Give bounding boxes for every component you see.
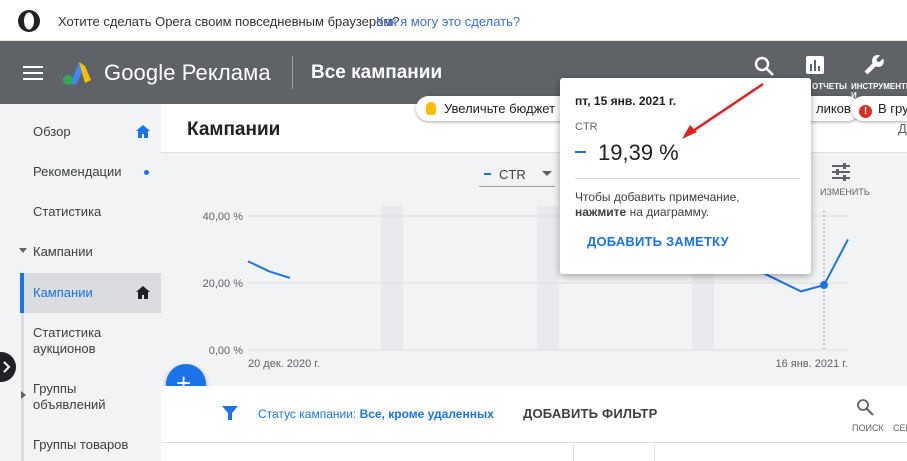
sidebar-item-label: Обзор bbox=[33, 124, 71, 139]
sidebar-item-overview[interactable]: Обзор bbox=[0, 124, 161, 144]
sidebar-item-auction-insights[interactable]: Статистика аукционов bbox=[0, 325, 161, 359]
tooltip-date: пт, 15 янв. 2021 г. bbox=[575, 94, 677, 108]
table-search-icon[interactable] bbox=[856, 398, 874, 416]
opera-prompt-text: Хотите сделать Opera своим повседневным … bbox=[58, 14, 400, 29]
home-icon bbox=[136, 286, 150, 299]
caret-down-icon bbox=[19, 248, 27, 253]
sidebar-item-campaigns[interactable]: Кампании bbox=[0, 285, 161, 305]
dropdown-arrow-icon bbox=[542, 171, 552, 176]
chevron-right-icon bbox=[3, 361, 11, 373]
weekend-stripe bbox=[381, 206, 403, 350]
hamburger-menu-icon[interactable] bbox=[23, 66, 43, 80]
brand-name: Google Реклама bbox=[104, 60, 271, 85]
sidebar-item-label: Статистика bbox=[33, 204, 102, 219]
y-tick-label: 40,00 % bbox=[203, 211, 244, 223]
tooltip-note-line2: на диаграмму. bbox=[629, 205, 710, 219]
sidebar-item-ad-groups[interactable]: Группы объявлений bbox=[0, 381, 161, 415]
lightbulb-icon bbox=[426, 102, 436, 115]
sidebar-item-label: Рекомендации bbox=[33, 164, 122, 179]
weekend-stripe bbox=[537, 206, 559, 350]
hover-data-point bbox=[820, 281, 828, 290]
tooltip-note: Чтобы добавить примечание, нажмите на ди… bbox=[575, 190, 800, 220]
wrench-icon[interactable] bbox=[862, 53, 886, 77]
warning-icon: ! bbox=[859, 105, 872, 118]
metric-select-label: CTR bbox=[499, 167, 526, 182]
page-title: Кампании bbox=[187, 119, 281, 140]
sidebar-item-statistics[interactable]: Статистика bbox=[0, 204, 161, 224]
y-axis-labels: 40,00 % 20,00 % 0,00 % bbox=[203, 211, 244, 357]
y-tick-label: 0,00 % bbox=[209, 345, 243, 357]
filter-status-prefix: Статус кампании: bbox=[258, 407, 357, 421]
tooltip-note-bold: нажмите bbox=[575, 205, 627, 219]
adjust-label: ИЗМЕНИТЬ bbox=[820, 187, 870, 197]
budget-notification-text: Увеличьте бюджет bbox=[444, 101, 556, 116]
reports-chart-icon[interactable] bbox=[805, 55, 825, 75]
reports-label: ОТЧЕТЫ bbox=[812, 82, 847, 91]
annotation-arrow-icon bbox=[682, 82, 764, 139]
tooltip-divider bbox=[575, 178, 800, 179]
groups-notification-text: В гру bbox=[878, 101, 907, 116]
sidebar-item-label: Кампании bbox=[33, 244, 93, 259]
sidebar-item-label: Группы товаров bbox=[33, 437, 129, 452]
notification-dot-icon bbox=[144, 170, 149, 175]
metric-select-dropdown[interactable]: CTR bbox=[479, 161, 555, 187]
series-line-start bbox=[247, 260, 291, 279]
column-divider bbox=[654, 444, 655, 461]
home-icon bbox=[136, 125, 150, 138]
y-tick-label: 20,00 % bbox=[203, 278, 244, 290]
sidebar-item-campaigns-group[interactable]: Кампании bbox=[0, 244, 161, 264]
tooltip-series-swatch bbox=[575, 151, 586, 153]
google-ads-logo-icon bbox=[63, 62, 91, 85]
table-search-label: ПОИСК bbox=[852, 423, 884, 433]
header-divider bbox=[292, 56, 293, 89]
tooltip-note-line1: Чтобы добавить примечание, bbox=[575, 190, 740, 204]
sidebar-item-label: Группы объявлений bbox=[33, 381, 106, 412]
clicks-notification-text: ликов bbox=[816, 101, 851, 116]
sidebar-item-product-groups[interactable]: Группы товаров bbox=[0, 437, 161, 457]
add-note-button[interactable]: ДОБАВИТЬ ЗАМЕТКУ bbox=[587, 234, 729, 249]
x-tick-label: 20 дек. 2020 г. bbox=[248, 358, 320, 370]
filter-status-value: Все, кроме удаленных bbox=[359, 407, 494, 421]
campaign-status-filter[interactable]: Статус кампании: Все, кроме удаленных bbox=[258, 407, 494, 421]
right-cut-label: Д bbox=[898, 121, 907, 136]
column-divider bbox=[573, 444, 574, 461]
sliders-adjust-icon[interactable] bbox=[831, 162, 851, 182]
x-tick-label: 16 янв. 2021 г. bbox=[775, 358, 848, 370]
sidebar: Обзор Рекомендации Статистика Кампании К… bbox=[0, 104, 161, 461]
budget-notification[interactable]: Увеличьте бюджет bbox=[416, 96, 576, 121]
sidebar-item-label: Статистика аукционов bbox=[33, 325, 102, 356]
segment-label: СЕГ bbox=[893, 423, 907, 433]
caret-right-icon bbox=[21, 391, 26, 399]
groups-notification[interactable]: ! В гру bbox=[851, 96, 907, 121]
x-axis-labels: 20 дек. 2020 г. 16 янв. 2021 г. bbox=[248, 358, 848, 370]
opera-howto-link[interactable]: Как я могу это сделать? bbox=[376, 14, 520, 29]
filter-funnel-icon[interactable] bbox=[222, 405, 238, 421]
opera-promo-bar: Хотите сделать Opera своим повседневным … bbox=[0, 0, 907, 41]
header-title: Все кампании bbox=[311, 62, 443, 83]
tooltip-value: 19,39 % bbox=[598, 140, 679, 165]
sidebar-item-recommendations[interactable]: Рекомендации bbox=[0, 164, 161, 184]
search-icon[interactable] bbox=[753, 55, 775, 77]
sidebar-item-label: Кампании bbox=[33, 285, 93, 300]
add-filter-button[interactable]: ДОБАВИТЬ ФИЛЬТР bbox=[523, 406, 657, 421]
tooltip-metric: CTR bbox=[575, 121, 598, 133]
series-color-swatch bbox=[484, 173, 491, 175]
opera-logo-icon bbox=[18, 10, 40, 32]
select-underline bbox=[479, 186, 555, 187]
